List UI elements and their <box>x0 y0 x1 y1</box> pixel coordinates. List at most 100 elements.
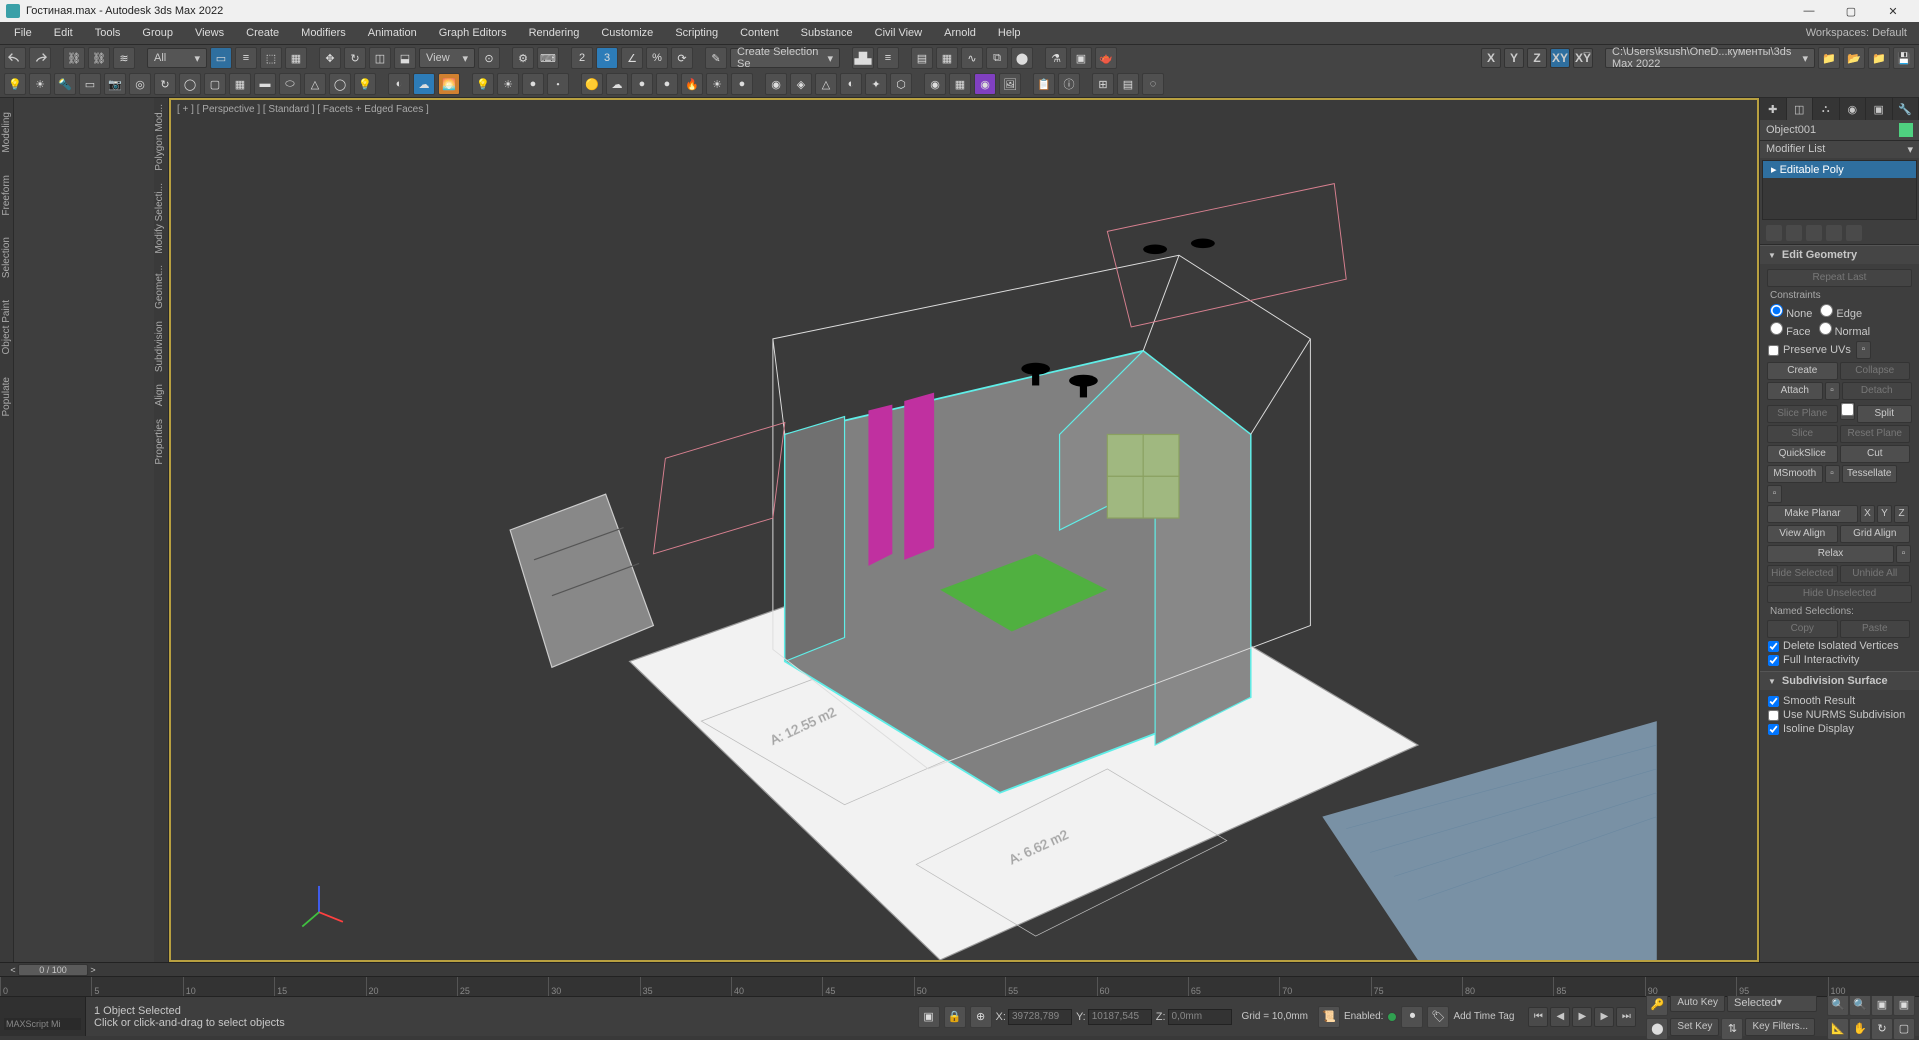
vray-tool1-icon[interactable]: ◉ <box>765 73 787 95</box>
open-folder-button[interactable]: 📁 <box>1818 47 1840 69</box>
menu-edit[interactable]: Edit <box>44 25 83 41</box>
project-path-field[interactable]: C:\Users\ksush\OneD...кументы\3ds Max 20… <box>1605 48 1815 68</box>
window-crossing-button[interactable]: ▦ <box>285 47 307 69</box>
use-nurms-check[interactable]: Use NURMS Subdivision <box>1766 708 1913 722</box>
mat-sun-icon[interactable]: ☀ <box>706 73 728 95</box>
angle-snap-button[interactable]: ∠ <box>621 47 643 69</box>
select-by-name-button[interactable]: ≡ <box>235 47 257 69</box>
isolate-button[interactable]: ▣ <box>918 1006 940 1028</box>
unlink-button[interactable]: ⛓ <box>88 47 110 69</box>
light-point-icon[interactable]: ・ <box>547 73 569 95</box>
edit-geometry-header[interactable]: Edit Geometry <box>1760 246 1919 264</box>
render-sphere-icon[interactable]: ◉ <box>924 73 946 95</box>
create-tab[interactable]: ✚ <box>1760 98 1787 120</box>
named-paste-button[interactable]: Paste <box>1840 620 1911 638</box>
menu-views[interactable]: Views <box>185 25 234 41</box>
coord-toggle-button[interactable]: ⊕ <box>970 1006 992 1028</box>
menu-modifiers[interactable]: Modifiers <box>291 25 356 41</box>
loading-icon[interactable]: ◌ <box>1142 73 1164 95</box>
set-key-icon[interactable]: ⬤ <box>1646 1018 1668 1040</box>
slice-plane-button[interactable]: Slice Plane <box>1767 405 1838 423</box>
tab-populate[interactable]: Populate <box>1 371 12 422</box>
time-slider[interactable]: < 0 / 100 > <box>0 962 1919 976</box>
mirror-button[interactable]: ▟▙ <box>852 47 874 69</box>
vray-tool4-icon[interactable]: ◐ <box>840 73 862 95</box>
mat-yellow-icon[interactable]: 🟡 <box>581 73 603 95</box>
record-button[interactable]: ⏺ <box>1401 1006 1423 1028</box>
scale-button[interactable]: ◫ <box>369 47 391 69</box>
light-bulb-icon[interactable]: 💡 <box>472 73 494 95</box>
constraint-none-radio[interactable]: None <box>1770 304 1812 320</box>
modifier-editable-poly[interactable]: ▸ Editable Poly <box>1763 161 1916 178</box>
material-editor-button[interactable]: ⬤ <box>1011 47 1033 69</box>
zoom-all-button[interactable]: 🔍 <box>1849 994 1871 1016</box>
snap-3d-button[interactable]: 3 <box>596 47 618 69</box>
constrain-y-button[interactable]: Y <box>1504 48 1524 68</box>
create-poly-button[interactable]: Create <box>1767 362 1838 380</box>
menu-substance[interactable]: Substance <box>791 25 863 41</box>
schematic-view-button[interactable]: ⧉ <box>986 47 1008 69</box>
sunset-icon[interactable]: 🌅 <box>438 73 460 95</box>
light-spot-icon[interactable]: 🔦 <box>54 73 76 95</box>
planar-y2-button[interactable]: Y <box>1877 505 1892 523</box>
constrain-z-button[interactable]: Z <box>1527 48 1547 68</box>
zoom-button[interactable]: 🔍 <box>1827 994 1849 1016</box>
select-manipulate-button[interactable]: ⚙ <box>512 47 534 69</box>
tessellate2-button[interactable]: Tessellate <box>1842 465 1898 483</box>
x-coord-field[interactable]: X: <box>996 1009 1072 1025</box>
object-name-field[interactable]: Object001 <box>1766 124 1816 136</box>
z-coord-field[interactable]: Z: <box>1156 1009 1232 1025</box>
select-region-rect-button[interactable]: ⬚ <box>260 47 282 69</box>
vray-tool6-icon[interactable]: ⬡ <box>890 73 912 95</box>
smooth-result-check[interactable]: Smooth Result <box>1766 694 1913 708</box>
camera-icon[interactable]: 📷 <box>104 73 126 95</box>
constraint-edge-radio[interactable]: Edge <box>1820 304 1862 320</box>
render-preview-icon[interactable]: 🖼 <box>999 73 1021 95</box>
attach-poly-button[interactable]: Attach <box>1767 382 1823 400</box>
mat-bronze-icon[interactable]: ● <box>731 73 753 95</box>
reset-plane-button[interactable]: Reset Plane <box>1840 425 1911 443</box>
key-mode-button[interactable]: 🔑 <box>1646 994 1668 1016</box>
light-omni-icon[interactable]: 💡 <box>4 73 26 95</box>
unhide-all-button[interactable]: Unhide All <box>1840 565 1911 583</box>
configure-icon[interactable] <box>1846 225 1862 241</box>
menu-create[interactable]: Create <box>236 25 289 41</box>
viewport-label[interactable]: [ + ] [ Perspective ] [ Standard ] [ Fac… <box>177 104 429 115</box>
pan-button[interactable]: ✋ <box>1849 1018 1871 1040</box>
tab-selection[interactable]: Selection <box>1 231 12 284</box>
render-frame-button[interactable]: ▣ <box>1070 47 1092 69</box>
named-copy-button[interactable]: Copy <box>1767 620 1838 638</box>
mat-fire-icon[interactable]: 🔥 <box>681 73 703 95</box>
repeat-last-button[interactable]: Repeat Last <box>1767 269 1912 287</box>
key-filter-dropdown[interactable]: Selected ▾ <box>1727 994 1817 1012</box>
tab-freeform[interactable]: Freeform <box>1 169 12 222</box>
percent-snap-button[interactable]: % <box>646 47 668 69</box>
utilities-tab[interactable]: 🔧 <box>1893 98 1919 120</box>
rotate-button[interactable]: ↻ <box>344 47 366 69</box>
bulb-icon[interactable]: 💡 <box>354 73 376 95</box>
hide-unselected-button[interactable]: Hide Unselected <box>1767 585 1912 603</box>
zoom-extents-all-button[interactable]: ▣ <box>1893 994 1915 1016</box>
undo-button[interactable] <box>4 47 26 69</box>
constrain-xyz-button[interactable]: XY̅ <box>1573 48 1593 68</box>
edit-named-sel-button[interactable]: ✎ <box>705 47 727 69</box>
maximize-viewport-button[interactable]: ▢ <box>1893 1018 1915 1040</box>
menu-animation[interactable]: Animation <box>358 25 427 41</box>
pin-stack-icon[interactable] <box>1766 225 1782 241</box>
constrain-xy-button[interactable]: XY <box>1550 48 1570 68</box>
preserve-uvs-check[interactable]: Preserve UVs ▫ <box>1766 339 1913 361</box>
grid-snap-icon[interactable]: ⊞ <box>1092 73 1114 95</box>
menu-rendering[interactable]: Rendering <box>519 25 590 41</box>
fov-button[interactable]: 📐 <box>1827 1018 1849 1040</box>
render-checker-icon[interactable]: ▦ <box>949 73 971 95</box>
rotate-tool-icon[interactable]: ↻ <box>154 73 176 95</box>
make-planar2-button[interactable]: Make Planar <box>1767 505 1858 523</box>
menu-graph-editors[interactable]: Graph Editors <box>429 25 517 41</box>
menu-file[interactable]: File <box>4 25 42 41</box>
vtab-subdivision[interactable]: Subdivision <box>154 315 165 378</box>
delete-isolated-check[interactable]: Delete Isolated Vertices <box>1766 639 1913 653</box>
copy-icon[interactable]: 📋 <box>1033 73 1055 95</box>
menu-arnold[interactable]: Arnold <box>934 25 986 41</box>
render-setup-button[interactable]: ⚗ <box>1045 47 1067 69</box>
menu-customize[interactable]: Customize <box>591 25 663 41</box>
